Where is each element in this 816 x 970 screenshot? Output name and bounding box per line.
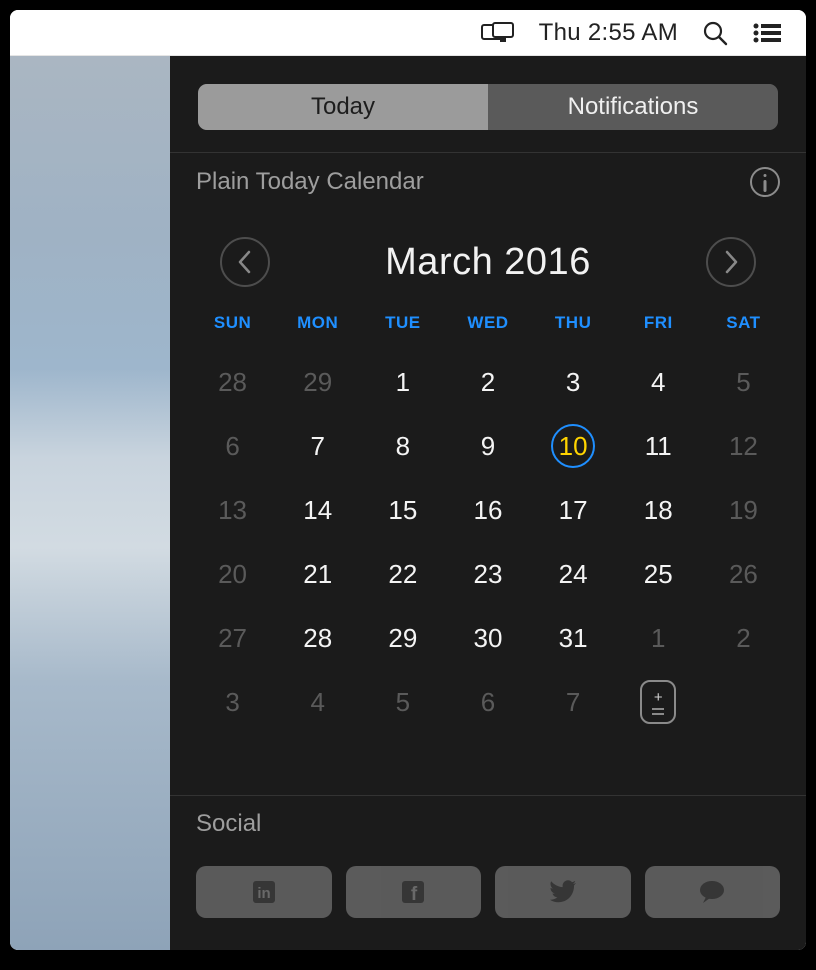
calendar-day[interactable]: 20 (190, 545, 275, 603)
widget-title-social: Social (196, 810, 261, 838)
messages-icon[interactable] (645, 866, 781, 918)
calendar-day[interactable]: 22 (360, 545, 445, 603)
calendar-day[interactable]: 23 (445, 545, 530, 603)
spotlight-icon[interactable] (702, 20, 728, 46)
calendar-day[interactable]: 3 (190, 673, 275, 731)
calendar-day[interactable]: 29 (275, 353, 360, 411)
calendar-day[interactable]: 5 (701, 353, 786, 411)
dow-header: FRI (616, 305, 701, 353)
calendar-day[interactable]: 3 (531, 353, 616, 411)
dow-header: MON (275, 305, 360, 353)
calendar-day[interactable]: 12 (701, 417, 786, 475)
calendar-day[interactable]: 2 (701, 609, 786, 667)
displays-icon[interactable] (481, 22, 515, 44)
next-month-button[interactable] (706, 237, 756, 287)
calendar-day[interactable]: 19 (701, 481, 786, 539)
widget-title-calendar: Plain Today Calendar (196, 168, 424, 196)
calendar-day[interactable]: 11 (616, 417, 701, 475)
month-label: March 2016 (385, 241, 591, 284)
calendar-day[interactable]: 7 (531, 673, 616, 731)
twitter-icon[interactable] (495, 866, 631, 918)
calendar-day[interactable]: 28 (275, 609, 360, 667)
svg-text:f: f (411, 884, 418, 905)
calendar-day[interactable]: 1 (616, 609, 701, 667)
social-widget: in f (170, 852, 806, 918)
calendar-day[interactable]: 27 (190, 609, 275, 667)
calendar-day[interactable]: 9 (445, 417, 530, 475)
calendar-day[interactable]: 6 (190, 417, 275, 475)
edit-widget-button[interactable]: + (640, 680, 676, 724)
menubar: Thu 2:55 AM (10, 10, 806, 56)
info-icon[interactable] (750, 167, 780, 197)
calendar-day[interactable]: 24 (531, 545, 616, 603)
calendar-day-today[interactable]: 10 (531, 417, 616, 475)
calendar-day[interactable]: 1 (360, 353, 445, 411)
calendar-day[interactable]: 17 (531, 481, 616, 539)
dow-header: TUE (360, 305, 445, 353)
calendar-day[interactable]: 21 (275, 545, 360, 603)
calendar-day[interactable]: 25 (616, 545, 701, 603)
calendar-day[interactable]: 26 (701, 545, 786, 603)
menubar-clock[interactable]: Thu 2:55 AM (539, 19, 678, 47)
calendar-day[interactable]: 6 (445, 673, 530, 731)
dow-header: WED (445, 305, 530, 353)
calendar-day[interactable]: 5 (360, 673, 445, 731)
calendar-day[interactable]: 29 (360, 609, 445, 667)
notification-center-icon[interactable] (752, 22, 782, 44)
calendar-day[interactable]: 28 (190, 353, 275, 411)
calendar-day[interactable]: 31 (531, 609, 616, 667)
linkedin-icon[interactable]: in (196, 866, 332, 918)
tab-notifications[interactable]: Notifications (488, 84, 778, 130)
calendar-day[interactable]: 30 (445, 609, 530, 667)
calendar-day[interactable]: 13 (190, 481, 275, 539)
tab-today[interactable]: Today (198, 84, 488, 130)
dow-header: SUN (190, 305, 275, 353)
calendar-day[interactable]: 16 (445, 481, 530, 539)
prev-month-button[interactable] (220, 237, 270, 287)
dow-header: THU (531, 305, 616, 353)
calendar-day[interactable]: 15 (360, 481, 445, 539)
calendar-day[interactable]: 4 (616, 353, 701, 411)
calendar-day[interactable]: 7 (275, 417, 360, 475)
calendar-day[interactable]: 4 (275, 673, 360, 731)
desktop-wallpaper (10, 56, 170, 950)
calendar-widget: March 2016 SUNMONTUEWEDTHUFRISAT 2829123… (170, 217, 806, 755)
tab-switcher: Today Notifications (198, 84, 778, 130)
facebook-icon[interactable]: f (346, 866, 482, 918)
calendar-day[interactable]: 2 (445, 353, 530, 411)
calendar-day[interactable]: 18 (616, 481, 701, 539)
dow-header: SAT (701, 305, 786, 353)
calendar-day[interactable]: 8 (360, 417, 445, 475)
svg-text:in: in (257, 885, 270, 902)
calendar-day[interactable]: 14 (275, 481, 360, 539)
notification-center-panel: Today Notifications Plain Today Calendar… (170, 56, 806, 950)
